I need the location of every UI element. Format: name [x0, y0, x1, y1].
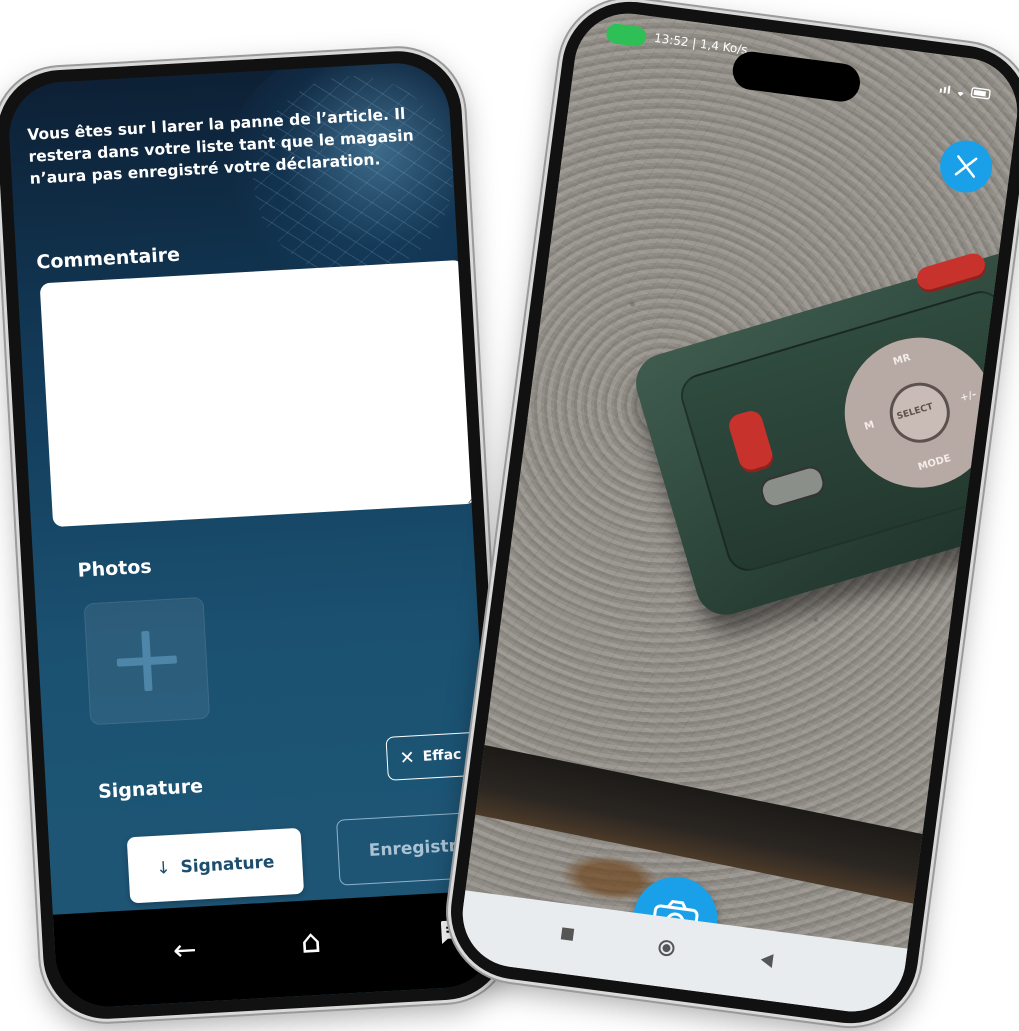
- add-photo-button[interactable]: [83, 596, 211, 726]
- home-icon[interactable]: [656, 938, 677, 962]
- device-key-left: M: [863, 419, 876, 433]
- device-key-right: +/-: [959, 389, 978, 405]
- clear-label: Effac: [422, 746, 462, 765]
- phone-right: MR M +/- SELECT MODE 13:52 | 1,4 Ko/s: [442, 0, 1019, 1031]
- photos-title: Photos: [77, 555, 153, 582]
- phone-left: Vous êtes sur l larer la panne de l’arti…: [0, 47, 512, 1023]
- recent-apps-icon[interactable]: [559, 925, 575, 946]
- close-icon: ✕: [399, 746, 416, 769]
- comment-input[interactable]: [39, 259, 477, 528]
- close-icon: [954, 155, 978, 178]
- home-icon[interactable]: ⌂: [300, 922, 322, 961]
- signature-label: Signature: [180, 852, 275, 878]
- save-label: Enregistre: [368, 835, 470, 861]
- signature-button[interactable]: ↓ Signature: [126, 827, 305, 904]
- back-icon[interactable]: [757, 951, 775, 973]
- fault-declaration-screen: Vous êtes sur l larer la panne de l’arti…: [6, 60, 499, 1010]
- device-key-top: MR: [891, 352, 912, 368]
- comment-title: Commentaire: [35, 243, 181, 274]
- device-key-bottom: MODE: [916, 453, 953, 474]
- signature-title: Signature: [97, 775, 204, 804]
- arrow-down-icon: ↓: [155, 858, 172, 879]
- back-icon[interactable]: ←: [172, 933, 197, 967]
- camera-screen: MR M +/- SELECT MODE 13:52 | 1,4 Ko/s: [456, 7, 1019, 1018]
